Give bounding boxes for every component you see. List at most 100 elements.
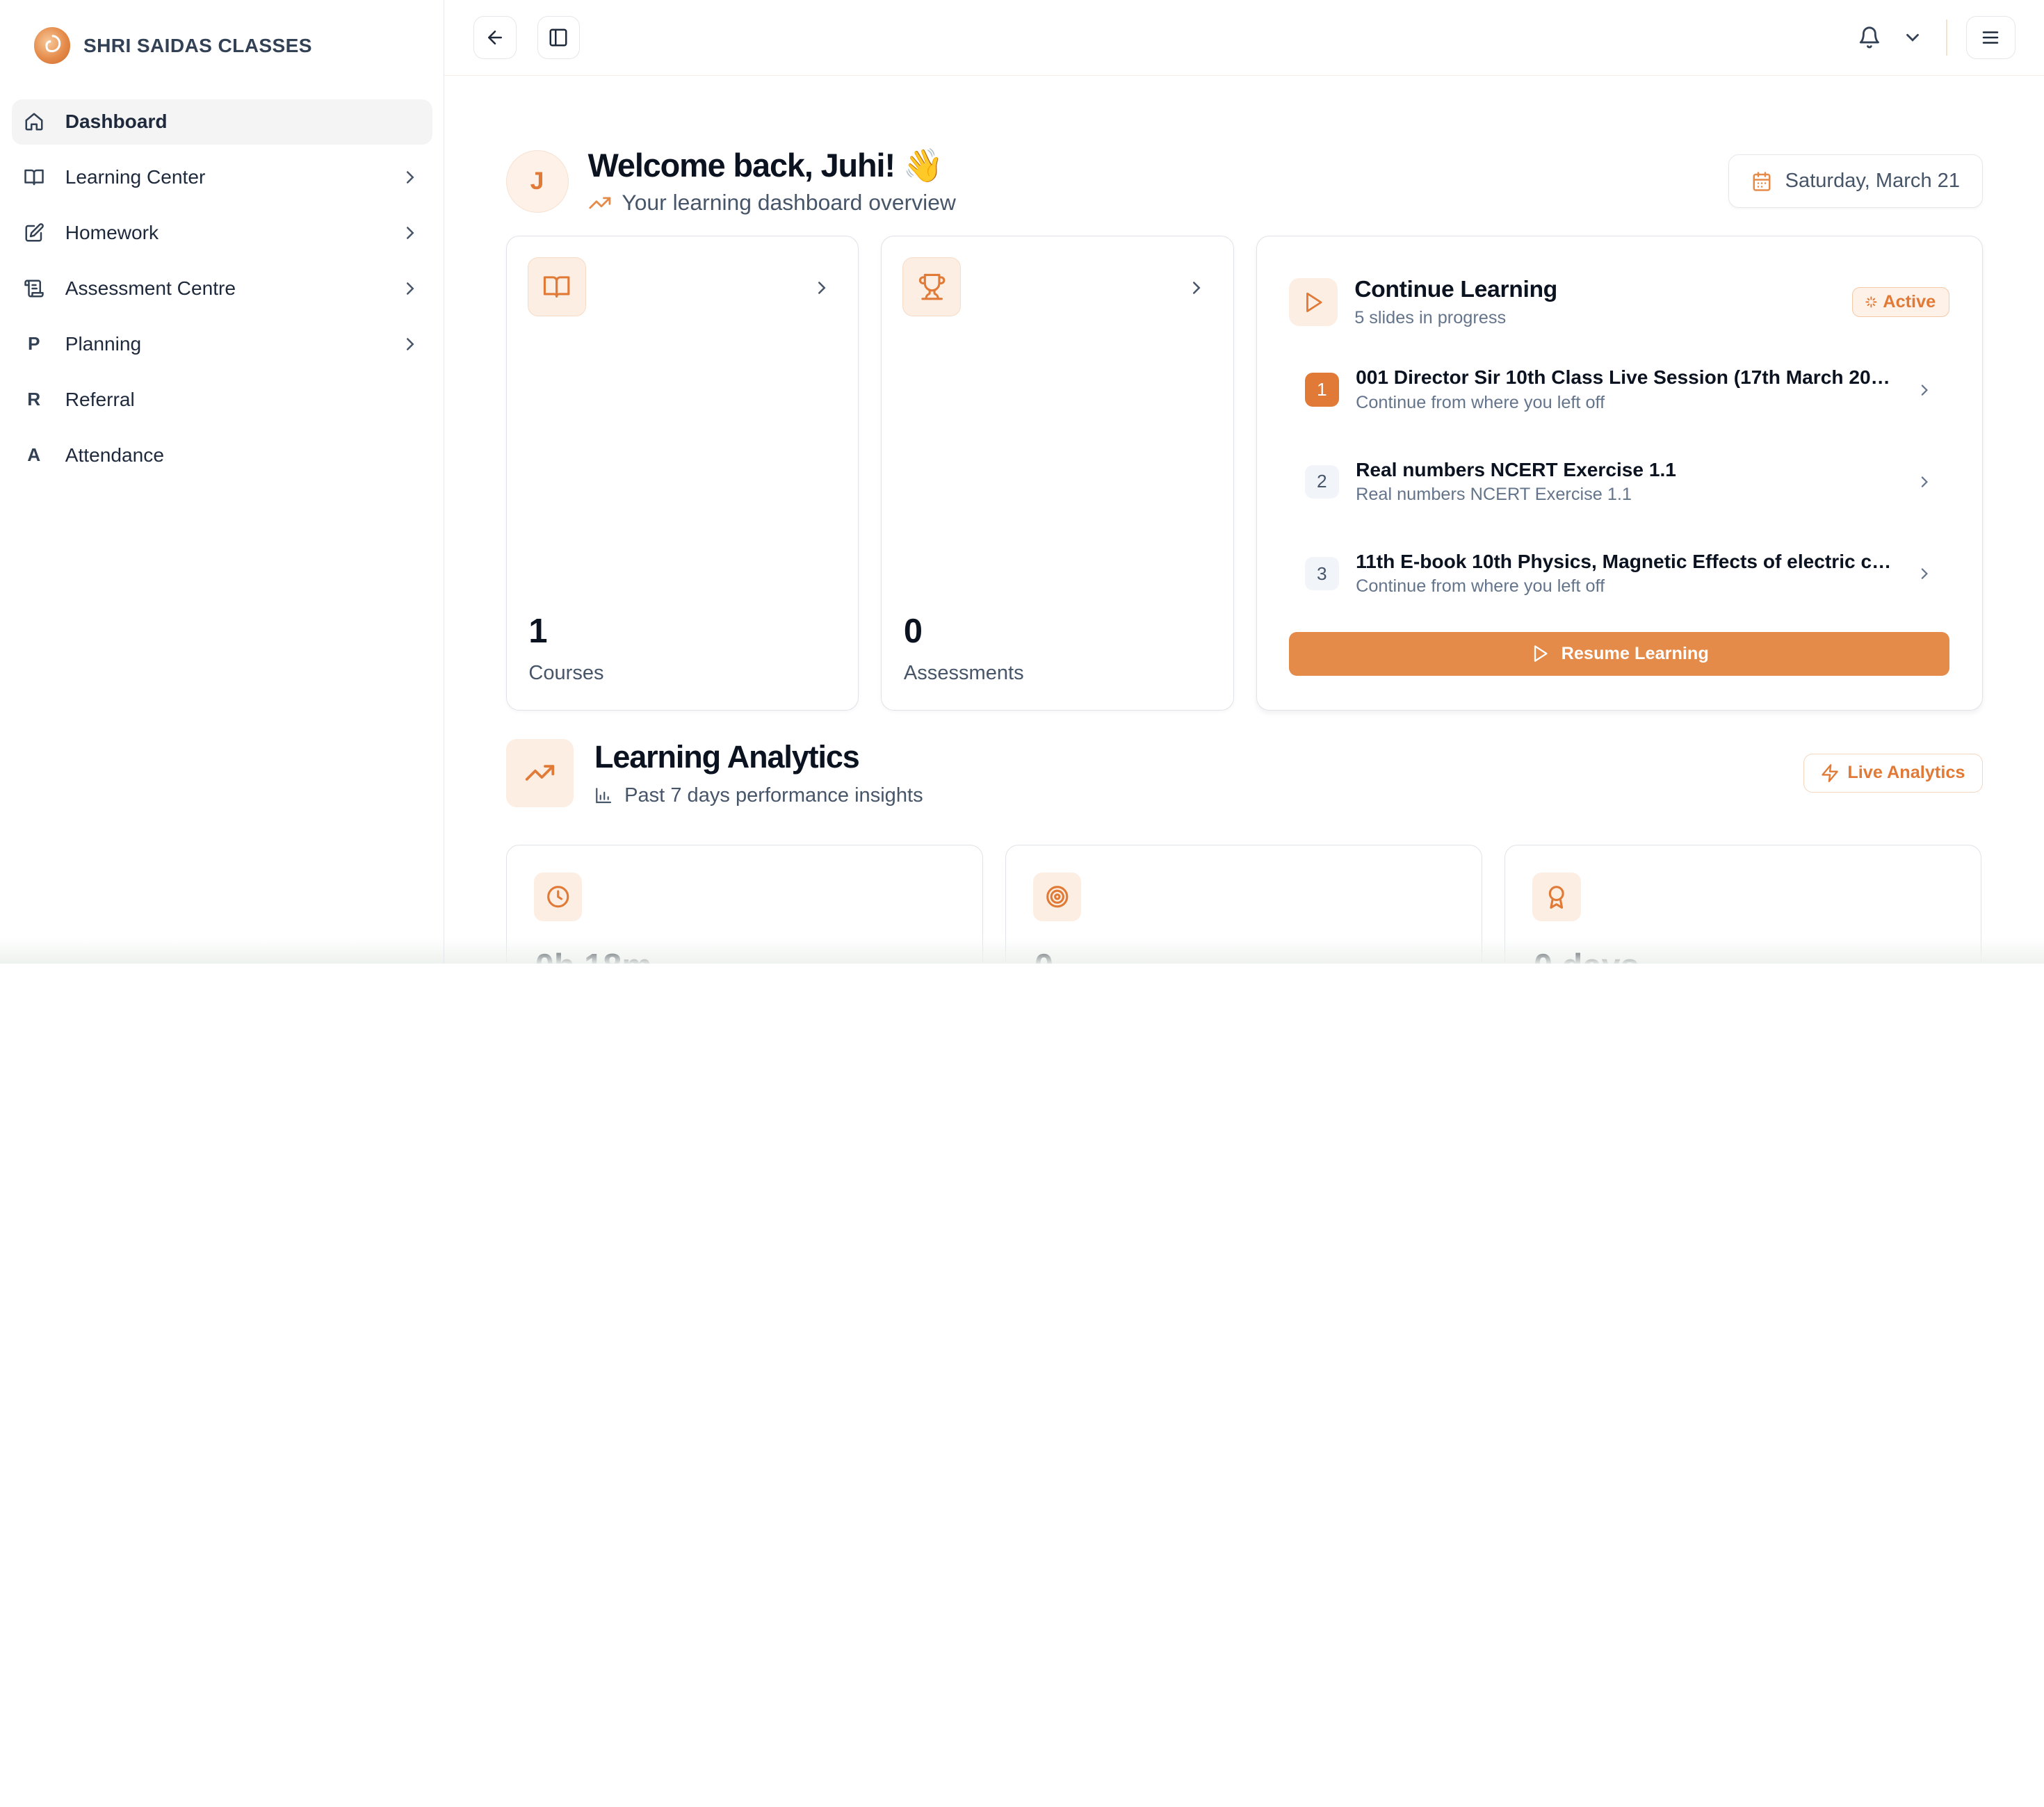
letter-a-icon: A <box>27 444 41 466</box>
assessments-count: 0 <box>903 613 923 651</box>
assessments-label: Assessments <box>903 661 1024 684</box>
continue-learning-title: Continue Learning <box>1354 275 1557 302</box>
sidebar-item-label: Learning Center <box>65 166 206 188</box>
sidebar-item-referral[interactable]: R Referral <box>12 377 432 423</box>
item-number: 2 <box>1304 464 1339 499</box>
metric-value: 0 <box>1035 947 1053 963</box>
home-icon <box>24 111 44 132</box>
play-icon <box>1289 277 1338 327</box>
sparkle-icon <box>1865 296 1877 308</box>
sidebar-item-dashboard[interactable]: Dashboard <box>11 99 432 145</box>
dashboard-content: J Welcome back, Juhi! 👋 Your learning da… <box>444 140 2044 964</box>
chevron-right-icon <box>1921 384 1929 396</box>
live-analytics-button[interactable]: Live Analytics <box>1803 753 1983 793</box>
courses-count: 1 <box>528 613 548 651</box>
back-button[interactable] <box>473 15 517 59</box>
sidebar-bottom-shade <box>0 937 444 964</box>
chevron-right-icon <box>406 227 414 239</box>
page-title: Welcome back, Juhi! 👋 <box>587 147 944 184</box>
sidebar-item-homework[interactable]: Homework <box>12 210 432 256</box>
book-open-icon <box>24 167 44 188</box>
status-badge: Active <box>1852 286 1949 317</box>
date-text: Saturday, March 21 <box>1785 170 1960 193</box>
trending-up-icon <box>589 197 610 209</box>
scroll-icon <box>24 278 44 299</box>
sidebar-item-planning[interactable]: P Planning <box>12 321 432 367</box>
topbar-actions <box>1858 15 2015 59</box>
chevron-right-icon <box>1193 281 1201 294</box>
sidebar-nav: Dashboard Learning Center Homework Asses… <box>0 91 444 496</box>
item-text: Real numbers NCERT Exercise 1.1 Real num… <box>1356 459 1905 505</box>
brand[interactable]: SHRI SAIDAS CLASSES <box>0 0 444 91</box>
toggle-sidebar-button[interactable] <box>537 15 581 59</box>
brand-name: SHRI SAIDAS CLASSES <box>83 34 312 56</box>
award-icon <box>1532 873 1581 921</box>
streak-card: 0 days <box>1504 845 1981 964</box>
welcome-header: J Welcome back, Juhi! 👋 Your learning da… <box>505 140 1983 223</box>
menu-icon <box>1982 31 1999 44</box>
study-time-card: 0h 18m <box>505 845 983 964</box>
chevron-right-icon <box>1921 568 1929 579</box>
sidebar-item-label: Dashboard <box>65 111 168 133</box>
metric-value: 0 days <box>1534 947 1639 963</box>
welcome-text: Welcome back, Juhi! 👋 Your learning dash… <box>588 147 956 216</box>
sidebar-item-assessment-centre[interactable]: Assessment Centre <box>12 266 432 311</box>
bell-icon[interactable] <box>1858 26 1881 49</box>
panel-left-icon <box>549 29 567 47</box>
topbar <box>444 0 2044 76</box>
target-icon <box>1033 873 1082 921</box>
item-title: 001 Director Sir 10th Class Live Session… <box>1356 366 1893 389</box>
item-subtitle: Real numbers NCERT Exercise 1.1 <box>1356 485 1632 505</box>
book-open-icon <box>527 257 586 316</box>
list-item[interactable]: 2 Real numbers NCERT Exercise 1.1 Real n… <box>1304 450 1934 514</box>
resume-learning-label: Resume Learning <box>1561 643 1709 663</box>
sidebar-item-label: Assessment Centre <box>65 277 236 299</box>
edit-square-icon <box>24 222 44 243</box>
live-analytics-label: Live Analytics <box>1847 763 1965 783</box>
continue-learning-header: Continue Learning 5 slides in progress A… <box>1289 276 1949 329</box>
item-title: Real numbers NCERT Exercise 1.1 <box>1356 458 1676 480</box>
avatar: J <box>505 149 569 213</box>
chevron-right-icon <box>406 171 414 184</box>
letter-p-icon: P <box>27 333 40 355</box>
chevron-down-icon[interactable] <box>1902 27 1923 48</box>
chevron-right-icon <box>818 281 826 294</box>
continue-learning-titles: Continue Learning 5 slides in progress <box>1354 276 1557 329</box>
bar-chart-icon <box>596 788 612 804</box>
chevron-right-icon <box>1921 476 1929 487</box>
arrow-left-icon <box>487 30 502 44</box>
app-root: SHRI SAIDAS CLASSES Dashboard Learning C… <box>0 0 2044 964</box>
zap-icon <box>1822 763 1838 782</box>
play-icon <box>1534 645 1548 663</box>
analytics-title: Learning Analytics <box>594 738 860 775</box>
sidebar-item-label: Attendance <box>65 444 164 466</box>
main-content: J Welcome back, Juhi! 👋 Your learning da… <box>444 0 2044 964</box>
metric-value: 0h 18m <box>535 947 652 963</box>
menu-button[interactable] <box>1965 15 2015 59</box>
continue-learning-subtitle: 5 slides in progress <box>1354 308 1507 328</box>
courses-label: Courses <box>528 661 604 684</box>
item-number: 3 <box>1304 556 1339 591</box>
analytics-subtitle-text: Past 7 days performance insights <box>624 784 923 807</box>
resume-learning-button[interactable]: Resume Learning <box>1289 631 1949 676</box>
continue-learning-list: 1 001 Director Sir 10th Class Live Sessi… <box>1304 358 1934 634</box>
assessments-card[interactable]: 0 Assessments <box>881 236 1234 711</box>
item-text: 001 Director Sir 10th Class Live Session… <box>1356 366 1905 413</box>
sidebar: SHRI SAIDAS CLASSES Dashboard Learning C… <box>0 0 445 964</box>
welcome-subtitle: Your learning dashboard overview <box>588 190 956 216</box>
courses-card[interactable]: 1 Courses <box>505 236 859 711</box>
sidebar-item-label: Planning <box>65 332 142 355</box>
analytics-subtitle: Past 7 days performance insights <box>594 784 923 807</box>
clock-icon <box>533 873 583 921</box>
list-item[interactable]: 3 11th E-book 10th Physics, Magnetic Eff… <box>1304 542 1934 606</box>
sidebar-item-learning-center[interactable]: Learning Center <box>12 154 432 200</box>
item-subtitle: Continue from where you left off <box>1356 576 1605 597</box>
item-number: 1 <box>1304 373 1339 407</box>
calendar-icon <box>1753 171 1771 191</box>
analytics-header: Learning Analytics Past 7 days performan… <box>505 738 1983 807</box>
sidebar-item-attendance[interactable]: A Attendance <box>12 432 432 478</box>
welcome-subtitle-text: Your learning dashboard overview <box>622 190 956 216</box>
trending-up-icon <box>505 739 574 807</box>
status-badge-text: Active <box>1883 291 1936 311</box>
list-item[interactable]: 1 001 Director Sir 10th Class Live Sessi… <box>1304 358 1934 422</box>
